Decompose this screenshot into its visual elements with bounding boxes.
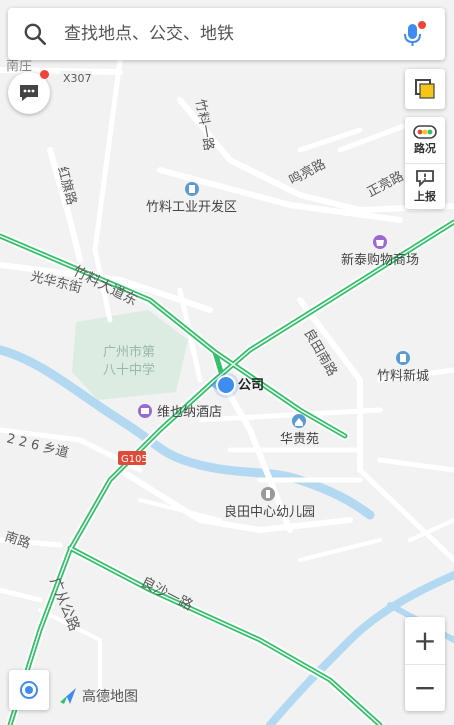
svg-text:华贵苑: 华贵苑	[280, 432, 319, 447]
svg-text:良田中心幼儿园: 良田中心幼儿园	[224, 504, 315, 520]
traffic-label: 路况	[414, 141, 436, 155]
g105-shield: G105	[118, 451, 148, 465]
traffic-button[interactable]: 路况	[405, 117, 445, 163]
search-icon	[24, 23, 47, 46]
x307-shield: X307	[60, 71, 92, 85]
zoom-out-button[interactable]: −	[405, 664, 445, 711]
microphone-icon[interactable]	[399, 20, 427, 48]
svg-text:维也纳酒店: 维也纳酒店	[157, 405, 222, 420]
svg-text:竹料工业开发区: 竹料工业开发区	[146, 199, 237, 215]
chat-bubble-icon	[20, 85, 38, 101]
search-bar[interactable]	[8, 8, 445, 60]
traffic-light-icon	[413, 124, 437, 139]
report-label: 上报	[414, 190, 436, 203]
svg-text:公司: 公司	[238, 378, 264, 393]
layers-button[interactable]	[405, 69, 445, 109]
map-tools-group: 路况 上报	[405, 117, 445, 209]
svg-text:竹料新城: 竹料新城	[377, 368, 429, 384]
svg-text:X307: X307	[63, 72, 92, 85]
svg-text:新泰购物商场: 新泰购物商场	[341, 252, 419, 268]
label-school-line2: 八十中学	[103, 362, 155, 378]
label-school-line1: 广州市第	[103, 344, 155, 360]
search-input[interactable]	[64, 24, 384, 44]
message-notification-dot	[40, 70, 49, 79]
svg-text:G105: G105	[121, 454, 148, 465]
locate-me-button[interactable]	[9, 670, 49, 710]
amap-logo-icon	[60, 688, 76, 704]
zoom-controls: + −	[405, 617, 445, 711]
layers-icon	[415, 79, 435, 99]
report-flag-icon	[416, 170, 434, 187]
locate-icon	[20, 681, 38, 699]
brand-name: 高德地图	[82, 689, 138, 705]
map-canvas[interactable]: X307 G105 南庄 竹料大道东 光华东街 竹料一路 鸣亮路 正亮路 红旗路…	[0, 0, 454, 725]
brand-logo: 高德地图	[58, 686, 138, 706]
report-button[interactable]: 上报	[405, 163, 445, 209]
zoom-in-button[interactable]: +	[405, 617, 445, 664]
